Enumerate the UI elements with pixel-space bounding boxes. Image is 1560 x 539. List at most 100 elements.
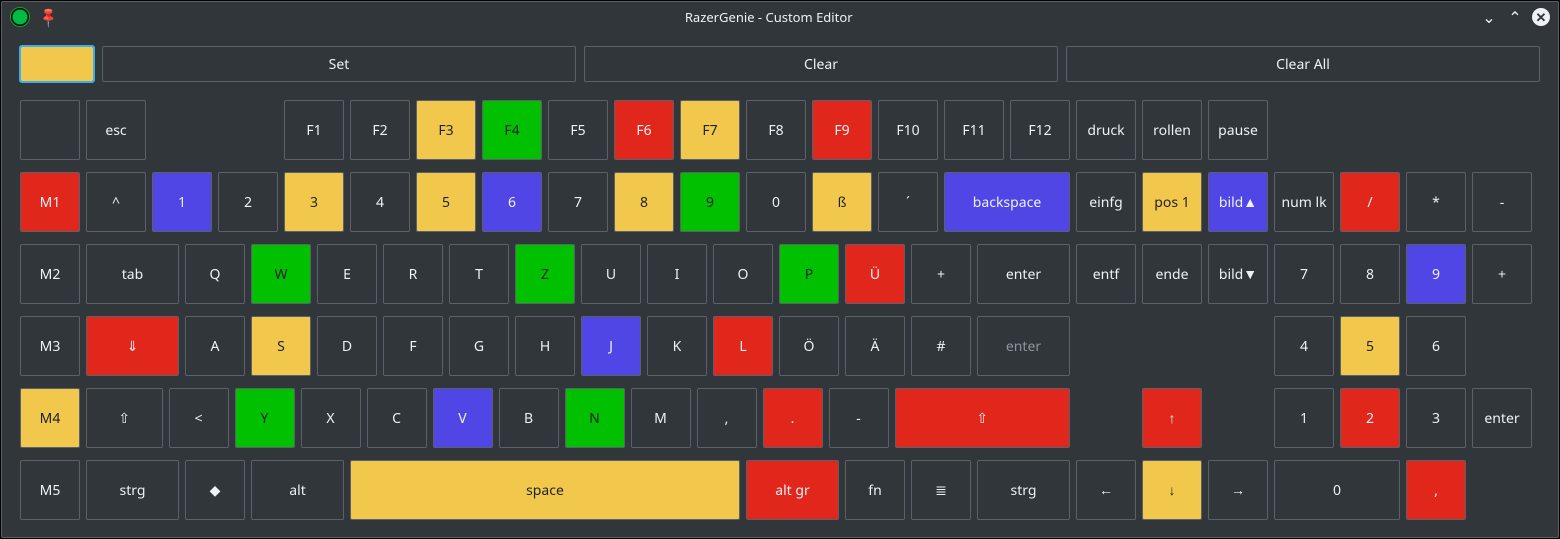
key-acute[interactable]: ´ (878, 172, 938, 232)
key-lshift[interactable]: ⇧ (86, 388, 163, 448)
key-blank-r0[interactable] (20, 100, 80, 160)
key-4[interactable]: 4 (350, 172, 410, 232)
key-f1[interactable]: F1 (284, 100, 344, 160)
key-f9[interactable]: F9 (812, 100, 872, 160)
key-f10[interactable]: F10 (878, 100, 938, 160)
key-g[interactable]: G (449, 316, 509, 376)
key-z[interactable]: Z (515, 244, 575, 304)
color-swatch[interactable] (20, 46, 94, 82)
key-e[interactable]: E (317, 244, 377, 304)
key-numcomma[interactable]: , (1406, 460, 1466, 520)
key-a[interactable]: A (185, 316, 245, 376)
key-f6[interactable]: F6 (614, 100, 674, 160)
key-bilddn[interactable]: bild▼ (1208, 244, 1268, 304)
key-3[interactable]: 3 (284, 172, 344, 232)
key-9[interactable]: 9 (680, 172, 740, 232)
key-num9[interactable]: 9 (1406, 244, 1466, 304)
key-ae[interactable]: Ä (845, 316, 905, 376)
key-einfg[interactable]: einfg (1076, 172, 1136, 232)
key-1[interactable]: 1 (152, 172, 212, 232)
key-rstrg[interactable]: strg (977, 460, 1070, 520)
key-enter-bottom[interactable]: enter (977, 316, 1070, 376)
key-pos1[interactable]: pos 1 (1142, 172, 1202, 232)
key-p[interactable]: P (779, 244, 839, 304)
key-right[interactable]: → (1208, 460, 1268, 520)
key-num2[interactable]: 2 (1340, 388, 1400, 448)
key-i[interactable]: I (647, 244, 707, 304)
minimize-icon[interactable]: ⌄ (1480, 8, 1498, 26)
key-num3[interactable]: 3 (1406, 388, 1466, 448)
key-j[interactable]: J (581, 316, 641, 376)
key-d[interactable]: D (317, 316, 377, 376)
key-t[interactable]: T (449, 244, 509, 304)
key-space[interactable]: space (350, 460, 740, 520)
key-down[interactable]: ↓ (1142, 460, 1202, 520)
key-tab[interactable]: tab (86, 244, 179, 304)
key-m[interactable]: M (631, 388, 691, 448)
key-2[interactable]: 2 (218, 172, 278, 232)
key-c[interactable]: C (367, 388, 427, 448)
key-dash[interactable]: - (829, 388, 889, 448)
key-b[interactable]: B (499, 388, 559, 448)
key-oe[interactable]: Ö (779, 316, 839, 376)
key-num4[interactable]: 4 (1274, 316, 1334, 376)
key-caret[interactable]: ^ (86, 172, 146, 232)
key-nummul[interactable]: * (1406, 172, 1466, 232)
key-bildup[interactable]: bild▲ (1208, 172, 1268, 232)
key-f12[interactable]: F12 (1010, 100, 1070, 160)
key-w[interactable]: W (251, 244, 311, 304)
key-num5[interactable]: 5 (1340, 316, 1400, 376)
maximize-icon[interactable]: ⌃ (1506, 8, 1524, 26)
key-f5[interactable]: F5 (548, 100, 608, 160)
key-numenter-top[interactable]: enter (1472, 388, 1532, 448)
key-ende[interactable]: ende (1142, 244, 1202, 304)
key-f2[interactable]: F2 (350, 100, 410, 160)
key-period[interactable]: . (763, 388, 823, 448)
key-f3[interactable]: F3 (416, 100, 476, 160)
key-x[interactable]: X (301, 388, 361, 448)
key-lstrg[interactable]: strg (86, 460, 179, 520)
key-menu[interactable]: ≣ (911, 460, 971, 520)
key-backspace[interactable]: backspace (944, 172, 1070, 232)
key-numadd[interactable]: + (1472, 244, 1532, 304)
key-y[interactable]: Y (235, 388, 295, 448)
key-super[interactable]: ◆ (185, 460, 245, 520)
clear-all-button[interactable]: Clear All (1066, 46, 1540, 82)
key-hash[interactable]: # (911, 316, 971, 376)
key-enter-top[interactable]: enter (977, 244, 1070, 304)
key-6[interactable]: 6 (482, 172, 542, 232)
key-o[interactable]: O (713, 244, 773, 304)
key-s[interactable]: S (251, 316, 311, 376)
key-left[interactable]: ← (1076, 460, 1136, 520)
key-entf[interactable]: entf (1076, 244, 1136, 304)
key-num8[interactable]: 8 (1340, 244, 1400, 304)
key-r[interactable]: R (383, 244, 443, 304)
key-up[interactable]: ↑ (1142, 388, 1202, 448)
key-u[interactable]: U (581, 244, 641, 304)
close-icon[interactable]: ✕ (1532, 8, 1550, 26)
key-plus[interactable]: + (911, 244, 971, 304)
key-lalt[interactable]: alt (251, 460, 344, 520)
key-f4[interactable]: F4 (482, 100, 542, 160)
key-fn[interactable]: fn (845, 460, 905, 520)
key-rshift[interactable]: ⇧ (895, 388, 1071, 448)
key-m1[interactable]: M1 (20, 172, 80, 232)
set-button[interactable]: Set (102, 46, 576, 82)
key-f11[interactable]: F11 (944, 100, 1004, 160)
key-comma[interactable]: , (697, 388, 757, 448)
key-l[interactable]: L (713, 316, 773, 376)
key-num1[interactable]: 1 (1274, 388, 1334, 448)
key-rollen[interactable]: rollen (1142, 100, 1202, 160)
key-f[interactable]: F (383, 316, 443, 376)
key-5[interactable]: 5 (416, 172, 476, 232)
key-numdiv[interactable]: / (1340, 172, 1400, 232)
key-m4[interactable]: M4 (20, 388, 80, 448)
key-f7[interactable]: F7 (680, 100, 740, 160)
key-m3[interactable]: M3 (20, 316, 80, 376)
key-num7[interactable]: 7 (1274, 244, 1334, 304)
key-0[interactable]: 0 (746, 172, 806, 232)
key-altgr[interactable]: alt gr (746, 460, 839, 520)
key-n[interactable]: N (565, 388, 625, 448)
key-f8[interactable]: F8 (746, 100, 806, 160)
clear-button[interactable]: Clear (584, 46, 1058, 82)
